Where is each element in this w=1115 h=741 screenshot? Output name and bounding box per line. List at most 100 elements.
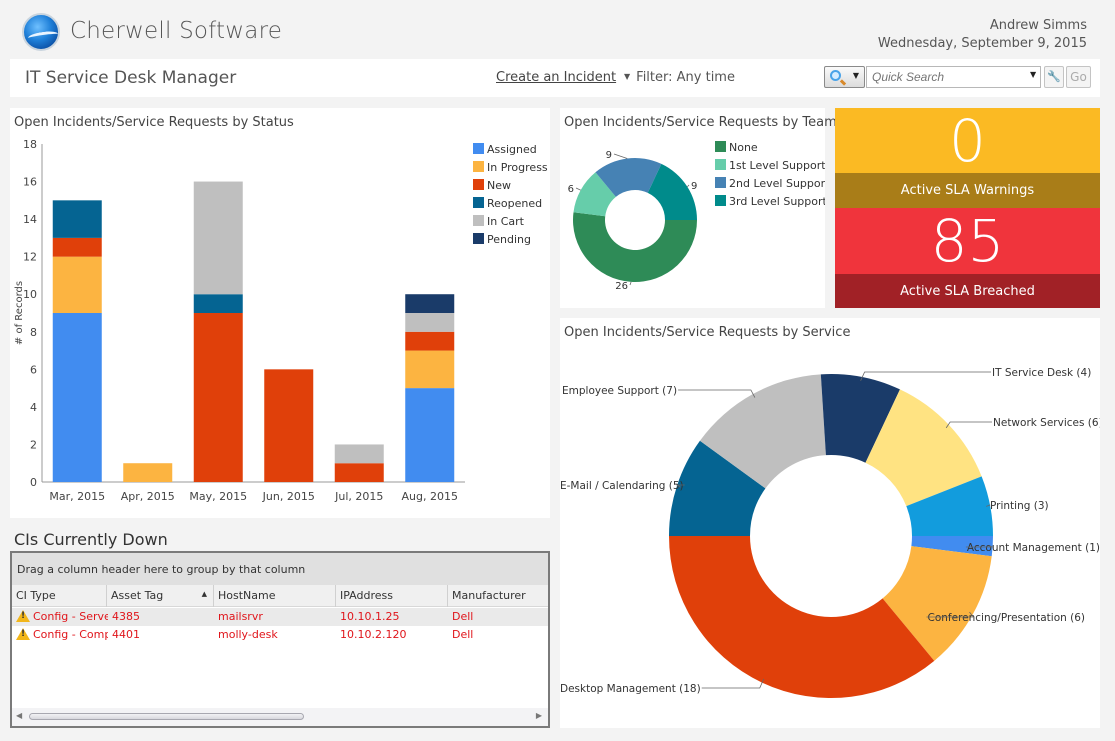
table-row[interactable]: Config - Compu 4401 molly-desk 10.10.2.1… [12,626,548,644]
sla-warnings-tile[interactable]: 0 Active SLA Warnings [835,108,1100,208]
legend-swatch [473,143,484,154]
slice-value-label: 26 [615,281,628,292]
slice-label: Account Management (1) [967,542,1100,554]
legend-swatch [715,195,726,206]
group-by-area[interactable]: Drag a column header here to group by th… [12,553,548,585]
scroll-left-icon[interactable]: ◀ [16,711,22,720]
bar-segment-new [405,331,455,351]
sla-breached-label: Active SLA Breached [900,284,1035,299]
column-header-asset-tag[interactable]: Asset Tag ▲ [107,585,214,607]
toolbar: IT Service Desk Manager Create an Incide… [10,59,1100,97]
cell-manufacturer: Dell [452,610,474,623]
y-tick-label: 10 [23,288,37,301]
time-filter-dropdown[interactable]: ▼ Filter: Any time [624,70,735,85]
x-tick-label: Jun, 2015 [262,490,315,503]
leader-line [575,187,581,191]
slice-label: Network Services (6) [993,417,1100,429]
table-row[interactable]: Config - Server 4385 mailsrvr 10.10.1.25… [12,608,548,626]
bar-segment-pending [405,294,455,313]
slice-label: IT Service Desk (4) [992,367,1091,379]
cell-hostname: molly-desk [218,628,278,641]
legend-swatch [473,179,484,190]
bar-segment-new [264,369,314,482]
y-tick-label: 12 [23,251,37,264]
quick-search-input[interactable] [866,66,1041,88]
legend-label: 1st Level Support [729,159,825,172]
cell-asset-tag: 4401 [112,628,140,641]
slice-value-label: 6 [568,184,574,195]
x-tick-label: Mar, 2015 [49,490,105,503]
cis-down-panel: CIs Currently Down Drag a column header … [10,527,550,730]
teams-chart: 26 6 9 9 None 1st Level Support 2nd Level Supp… [568,141,825,292]
cell-hostname: mailsrvr [218,610,263,623]
create-incident-link[interactable]: Create an Incident [496,70,616,85]
go-button[interactable]: Go [1066,66,1091,88]
time-filter-label: Filter: Any time [636,70,735,85]
slice-label: Desktop Management (18) [560,683,701,695]
cis-grid: Drag a column header here to group by th… [10,551,550,728]
scrollbar-thumb[interactable] [29,713,304,720]
legend-swatch [473,161,484,172]
column-header-ipaddress[interactable]: IPAddress [336,585,448,607]
column-header-ci-type[interactable]: CI Type [12,585,107,607]
bar-segment-assigned [405,388,455,482]
column-header-hostname[interactable]: HostName [214,585,336,607]
service-chart: Account Management (1) Conferencing/Prese… [560,367,1100,699]
sla-warnings-label: Active SLA Warnings [900,183,1035,198]
legend-label: None [729,141,758,154]
cis-down-title: CIs Currently Down [14,530,168,549]
x-tick-label: May, 2015 [189,490,247,503]
slice-label: Employee Support (7) [562,385,677,397]
sla-breached-count: 85 [930,207,1005,275]
leader-line [613,153,628,159]
slice-label: Conferencing/Presentation (6) [928,612,1085,624]
warning-icon [16,610,30,622]
scroll-right-icon[interactable]: ▶ [536,711,542,720]
sla-warnings-count: 0 [949,107,986,175]
donut-slice-none [573,212,697,282]
legend-label: Reopened [487,197,542,210]
y-tick-label: 16 [23,176,37,189]
column-header-manufacturer[interactable]: Manufacturer [448,585,548,607]
slice-value-label: 9 [691,181,697,192]
y-tick-label: 6 [30,363,37,376]
search-history-dropdown[interactable]: ▼ [1030,70,1036,79]
legend-swatch [473,233,484,244]
legend-label: 3rd Level Support [729,195,825,208]
sort-ascending-icon: ▲ [201,590,207,598]
search-type-button[interactable]: ▼ [824,66,865,88]
cell-asset-tag: 4385 [112,610,140,623]
legend-label: In Progress [487,161,548,174]
bar-segment-in-progress [52,256,102,313]
dropdown-arrow-icon: ▼ [624,72,631,81]
search-options-button[interactable]: 🔧 [1044,66,1064,88]
bar-segment-assigned [52,313,102,482]
sla-breached-tile[interactable]: 85 Active SLA Breached [835,208,1100,308]
leader-line [687,184,690,188]
warning-icon [16,628,30,640]
legend-label: Assigned [487,143,537,156]
cherwell-logo [22,13,60,51]
x-tick-label: Jul, 2015 [334,490,383,503]
cell-ci-type: Config - Compu [12,626,108,644]
cell-ipaddress: 10.10.1.25 [340,610,400,623]
bar-segment-new [334,463,384,482]
legend-label: In Cart [487,215,525,228]
current-date: Wednesday, September 9, 2015 [877,36,1087,51]
cell-manufacturer: Dell [452,628,474,641]
cell-ipaddress: 10.10.2.120 [340,628,407,641]
horizontal-scrollbar[interactable]: ◀ ▶ [12,708,548,726]
status-chart-panel: Open Incidents/Service Requests by Statu… [10,108,550,518]
y-axis-label: # of Records [14,281,25,345]
legend-swatch [473,215,484,226]
leader-line [629,281,632,286]
y-tick-label: 2 [30,438,37,451]
leader-line [701,678,765,689]
app-title: IT Service Desk Manager [25,68,237,88]
cell-ci-type: Config - Server [12,608,108,626]
user-name[interactable]: Andrew Simms [990,18,1087,33]
x-tick-label: Apr, 2015 [121,490,175,503]
leader-line [678,389,756,398]
bar-segment-in-cart [334,444,384,464]
cell-text: Config - Compu [33,628,108,641]
